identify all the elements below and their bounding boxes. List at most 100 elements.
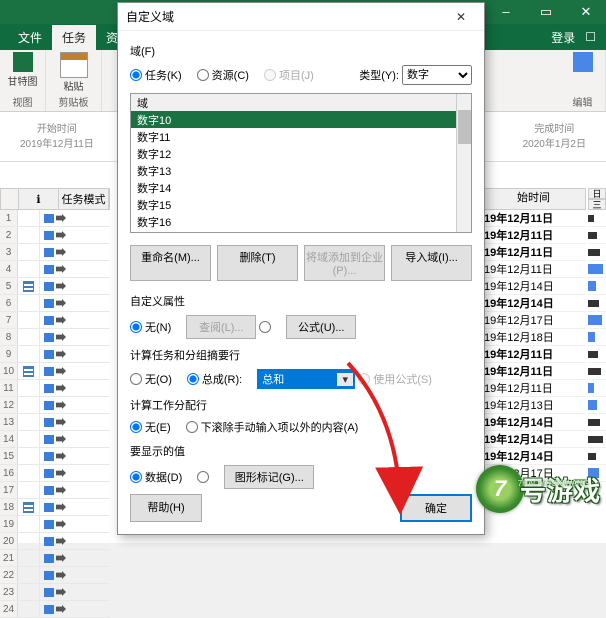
list-item[interactable]: 数字10 xyxy=(131,111,471,128)
task-mode-icon xyxy=(44,418,54,427)
table-row[interactable]: 13 xyxy=(0,414,110,431)
radio-attr-formula[interactable] xyxy=(259,321,271,333)
table-row[interactable]: 5 xyxy=(0,278,110,295)
end-date-cell[interactable]: 19年12月11日 xyxy=(481,363,586,380)
delete-button[interactable]: 删除(T) xyxy=(217,245,298,281)
end-date-cell[interactable]: 19年12月18日 xyxy=(481,329,586,346)
close-icon[interactable]: ✕ xyxy=(446,10,476,24)
info-header[interactable]: ℹ xyxy=(19,189,59,209)
radio-attr-none-input[interactable] xyxy=(130,321,142,333)
end-date-cell[interactable]: 19年12月17日 xyxy=(481,312,586,329)
scrollbar[interactable] xyxy=(456,94,471,232)
end-date-cell[interactable]: 19年12月11日 xyxy=(481,346,586,363)
formula-button[interactable]: 公式(U)... xyxy=(286,315,356,339)
end-date-cell[interactable]: 19年12月11日 xyxy=(481,380,586,397)
list-item[interactable]: 数字13 xyxy=(131,162,471,179)
end-date-cell[interactable]: 19年12月14日 xyxy=(481,448,586,465)
radio-rollup-sum-input[interactable] xyxy=(187,373,199,385)
radio-display-data[interactable]: 数据(D) xyxy=(130,469,182,485)
radio-display-graphic-input[interactable] xyxy=(197,471,209,483)
rollup-select[interactable]: 总和 ▾ xyxy=(257,369,355,389)
arrow-right-icon xyxy=(56,588,66,596)
list-item[interactable]: 数字12 xyxy=(131,145,471,162)
import-field-button[interactable]: 导入域(I)... xyxy=(391,245,472,281)
maximize-button[interactable]: ▭ xyxy=(526,0,566,24)
list-item[interactable]: 数字15 xyxy=(131,196,471,213)
table-row[interactable]: 8 xyxy=(0,329,110,346)
table-row[interactable]: 21 xyxy=(0,550,110,567)
table-row[interactable]: 15 xyxy=(0,448,110,465)
table-row[interactable]: 24 xyxy=(0,601,110,618)
table-row[interactable]: 20 xyxy=(0,533,110,550)
paste-button[interactable]: 粘贴 xyxy=(60,52,88,93)
ok-button[interactable]: 确定 xyxy=(400,494,472,522)
dialog-title-bar[interactable]: 自定义域 ✕ xyxy=(118,3,484,31)
table-row[interactable]: 3 xyxy=(0,244,110,261)
minimize-button[interactable]: – xyxy=(486,0,526,24)
radio-assign-rolldown[interactable]: 下滚除手动输入项以外的内容(A) xyxy=(186,419,359,435)
end-date-cell[interactable]: 19年12月14日 xyxy=(481,278,586,295)
radio-assign-rolldown-input[interactable] xyxy=(186,421,198,433)
radio-attr-none[interactable]: 无(N) xyxy=(130,319,171,335)
edit-button[interactable] xyxy=(573,52,593,73)
end-date-header[interactable]: 始时间 xyxy=(517,189,550,209)
tab-file[interactable]: 文件 xyxy=(8,25,52,50)
table-row[interactable]: 17 xyxy=(0,482,110,499)
radio-assign-none-input[interactable] xyxy=(130,421,142,433)
graphic-indicators-button[interactable]: 图形标记(G)... xyxy=(224,465,314,489)
radio-rollup-sum[interactable]: 总成(R): xyxy=(187,371,242,387)
table-row[interactable]: 22 xyxy=(0,567,110,584)
scrollbar-thumb[interactable] xyxy=(458,110,471,144)
radio-display-graphic[interactable] xyxy=(197,471,209,483)
gantt-chart-button[interactable]: 甘特图 xyxy=(8,52,38,88)
help-button[interactable]: 帮助(H) xyxy=(130,494,202,522)
radio-resource[interactable]: 资源(C) xyxy=(197,67,249,83)
radio-attr-formula-input[interactable] xyxy=(259,321,271,333)
table-row[interactable]: 11 xyxy=(0,380,110,397)
tab-task[interactable]: 任务 xyxy=(52,25,96,50)
task-grid-dates: 始时间 19年12月11日19年12月11日19年12月11日19年12月11日… xyxy=(481,188,586,482)
table-row[interactable]: 4 xyxy=(0,261,110,278)
radio-assign-none[interactable]: 无(E) xyxy=(130,419,171,435)
end-date-cell[interactable]: 19年12月11日 xyxy=(481,261,586,278)
radio-rollup-none-input[interactable] xyxy=(130,373,142,385)
login-button[interactable]: 登录 xyxy=(551,29,575,46)
end-date-cell[interactable]: 19年12月11日 xyxy=(481,227,586,244)
list-item[interactable]: 数字16 xyxy=(131,213,471,230)
radio-rollup-none[interactable]: 无(O) xyxy=(130,371,172,387)
field-listbox[interactable]: 域 数字10数字11数字12数字13数字14数字15数字16数字17 xyxy=(130,93,472,233)
radio-resource-input[interactable] xyxy=(197,69,209,81)
radio-task-input[interactable] xyxy=(130,69,142,81)
rename-button[interactable]: 重命名(M)... xyxy=(130,245,211,281)
end-date-cell[interactable]: 19年12月14日 xyxy=(481,431,586,448)
radio-display-data-input[interactable] xyxy=(130,471,142,483)
table-row[interactable]: 16 xyxy=(0,465,110,482)
table-row[interactable]: 10 xyxy=(0,363,110,380)
end-date-cell[interactable]: 19年12月17日 xyxy=(481,465,586,482)
gantt-bar xyxy=(588,468,599,478)
mode-header[interactable]: 任务模式 xyxy=(59,189,109,209)
table-row[interactable]: 7 xyxy=(0,312,110,329)
table-row[interactable]: 19 xyxy=(0,516,110,533)
end-date-cell[interactable]: 19年12月14日 xyxy=(481,414,586,431)
table-row[interactable]: 23 xyxy=(0,584,110,601)
radio-task[interactable]: 任务(K) xyxy=(130,67,182,83)
end-date-cell[interactable]: 19年12月11日 xyxy=(481,244,586,261)
table-row[interactable]: 2 xyxy=(0,227,110,244)
share-icon[interactable]: ☐ xyxy=(585,30,596,44)
list-item[interactable]: 数字11 xyxy=(131,128,471,145)
table-row[interactable]: 18 xyxy=(0,499,110,516)
end-date-cell[interactable]: 19年12月13日 xyxy=(481,397,586,414)
list-item[interactable]: 数字14 xyxy=(131,179,471,196)
close-window-button[interactable]: ✕ xyxy=(566,0,606,24)
arrow-right-icon xyxy=(56,367,66,375)
type-select[interactable]: 数字 xyxy=(402,65,472,85)
table-row[interactable]: 1 xyxy=(0,210,110,227)
table-row[interactable]: 9 xyxy=(0,346,110,363)
end-date-cell[interactable]: 19年12月11日 xyxy=(481,210,586,227)
table-row[interactable]: 14 xyxy=(0,431,110,448)
list-item[interactable]: 数字17 xyxy=(131,230,471,233)
table-row[interactable]: 6 xyxy=(0,295,110,312)
table-row[interactable]: 12 xyxy=(0,397,110,414)
end-date-cell[interactable]: 19年12月14日 xyxy=(481,295,586,312)
